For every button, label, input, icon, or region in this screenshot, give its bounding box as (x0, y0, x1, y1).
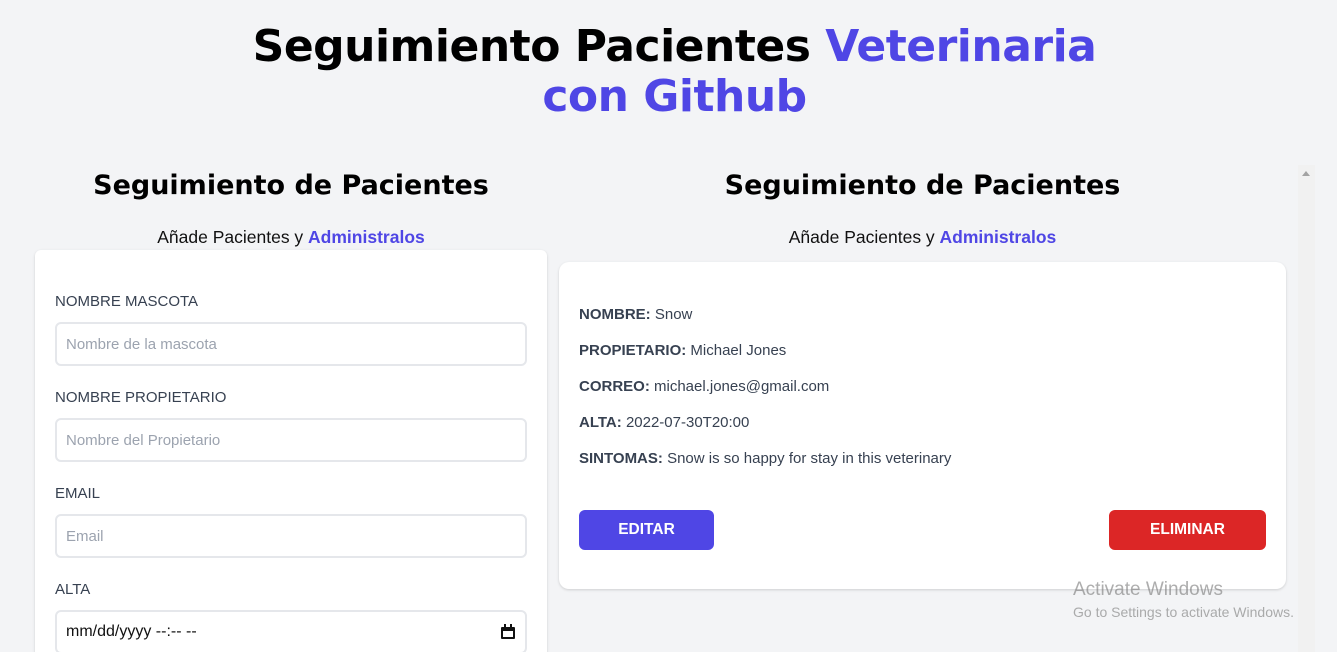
list-section-title: Seguimiento de Pacientes (724, 170, 1121, 201)
patient-discharge-key: Alta: (579, 414, 622, 431)
page-title-accent: Veterinaria (825, 21, 1097, 72)
patient-symptoms-key: Sintomas: (579, 450, 663, 467)
list-subtitle-text: Añade Pacientes y (788, 227, 940, 247)
discharge-label: Alta (55, 581, 91, 598)
calendar-icon[interactable] (500, 624, 516, 640)
patient-discharge-value: 2022-07-30T20:00 (625, 414, 750, 431)
edit-button[interactable]: Editar (579, 510, 714, 550)
patient-owner-row: Propietario: Michael Jones (579, 342, 786, 359)
patient-email-key: Correo: (579, 378, 650, 395)
patient-card: Nombre: Snow Propietario: Michael Jones … (559, 262, 1286, 589)
owner-name-label: Nombre Propietario (55, 389, 227, 406)
form-subtitle-accent: Administralos (308, 227, 425, 247)
page-title-accent-line2: con Github (542, 71, 807, 122)
patient-owner-value: Michael Jones (690, 342, 787, 359)
pet-name-input[interactable] (55, 322, 527, 366)
patient-form: Nombre Mascota Nombre Propietario Email … (35, 250, 547, 652)
watermark-line2: Go to Settings to activate Windows. (1073, 604, 1294, 620)
pet-name-label: Nombre Mascota (55, 293, 199, 310)
patient-email-row: Correo: michael.jones@gmail.com (579, 378, 829, 395)
patient-name-key: Nombre: (579, 306, 651, 323)
form-section-subtitle: Añade Pacientes y Administralos (35, 226, 547, 248)
patient-name-row: Nombre: Snow (579, 306, 692, 323)
watermark-line1: Activate Windows (1073, 579, 1223, 600)
owner-name-input[interactable] (55, 418, 527, 462)
email-input[interactable] (55, 514, 527, 558)
list-subtitle-accent: Administralos (939, 227, 1057, 247)
patient-email-value: michael.jones@gmail.com (654, 378, 830, 395)
discharge-datetime-input[interactable]: mm/dd/yyyy --:-- -- (55, 610, 527, 652)
page-title-main: Seguimiento Pacientes (252, 21, 826, 72)
delete-button[interactable]: Eliminar (1109, 510, 1266, 550)
list-scrollbar[interactable] (1298, 165, 1315, 652)
windows-activation-watermark: Activate Windows Go to Settings to activ… (1073, 578, 1294, 622)
form-section-title: Seguimiento de Pacientes (93, 170, 489, 201)
page-title: Seguimiento Pacientes Veterinaria con Gi… (0, 22, 1337, 122)
patient-symptoms-row: Sintomas: Snow is so happy for stay in t… (579, 450, 951, 467)
discharge-datetime-value: mm/dd/yyyy --:-- -- (66, 623, 197, 640)
patient-name-value: Snow (654, 306, 693, 323)
email-label: Email (55, 485, 101, 502)
scroll-up-arrow-icon[interactable] (1302, 171, 1310, 176)
list-section-subtitle: Añade Pacientes y Administralos (559, 226, 1286, 248)
form-subtitle-text: Añade Pacientes y (157, 227, 309, 247)
patient-owner-key: Propietario: (579, 342, 687, 359)
patient-symptoms-value: Snow is so happy for stay in this veteri… (667, 450, 952, 467)
patient-discharge-row: Alta: 2022-07-30T20:00 (579, 414, 749, 431)
